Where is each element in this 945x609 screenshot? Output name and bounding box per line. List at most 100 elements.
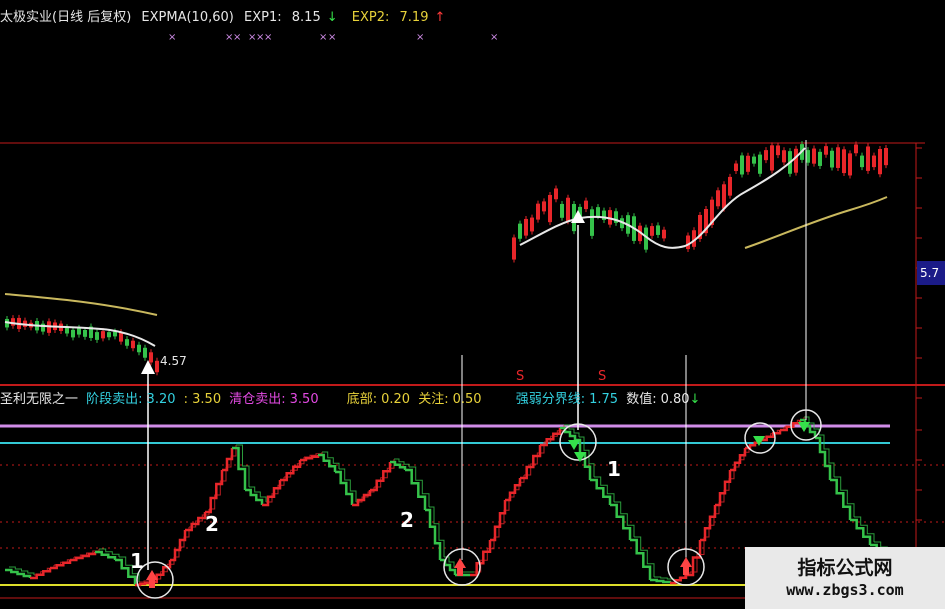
- indicator-header: 圣利无限之一 阶段卖出: 3.20 : 3.50 清仓卖出: 3.50 底部: 0.2…: [0, 388, 704, 408]
- candle-body: [854, 144, 858, 154]
- candle-body: [584, 200, 588, 210]
- candle-body: [542, 201, 546, 212]
- oscillator-step: [650, 578, 672, 584]
- focus-value: 0.50: [452, 392, 482, 407]
- down-arrow-icon: [568, 440, 580, 450]
- candle-body: [95, 332, 99, 340]
- sell-mark-s1: S: [516, 369, 524, 384]
- watermark: 指标公式网 www.zbgs3.com: [745, 547, 945, 609]
- signal-lines: [147, 140, 807, 570]
- exp1-label-text: EXP1:: [244, 10, 282, 25]
- oscillator-step: [170, 530, 187, 562]
- x-marker: ×: [490, 32, 498, 43]
- candle-body: [560, 203, 564, 218]
- mark-1-left: 1: [130, 549, 144, 573]
- bottom-value: 0.20: [381, 392, 411, 407]
- candle-body: [596, 207, 600, 217]
- candle-body: [686, 235, 690, 250]
- candle-body: [836, 147, 840, 168]
- candle-body: [806, 150, 810, 163]
- candle-body: [11, 318, 15, 326]
- price-axis-tag: 5.7: [917, 261, 945, 285]
- up-arrow-icon: [680, 557, 692, 567]
- candle-body: [590, 209, 594, 236]
- x-marker: ×: [264, 32, 272, 43]
- candle-body: [149, 352, 153, 363]
- mark-2-left: 2: [205, 512, 219, 536]
- candle-body: [752, 156, 756, 164]
- clear-sell-label: 清仓卖出:: [229, 392, 286, 407]
- candle-body: [530, 217, 534, 232]
- candle-body: [782, 150, 786, 163]
- candle-body: [65, 327, 69, 334]
- candlestick-series: [5, 141, 888, 376]
- candle-body: [662, 229, 666, 239]
- exp1-label: EXP1: 8.15: [244, 10, 327, 25]
- candle-body: [830, 150, 834, 168]
- x-marker: ×: [233, 32, 241, 43]
- candle-body: [824, 146, 828, 155]
- chart-canvas[interactable]: × × × × × × × × × × 1 2 2 1 S S 4.57: [0, 0, 945, 609]
- candle-body: [812, 148, 816, 164]
- exp1-value: 8.15: [291, 10, 321, 25]
- candle-body: [101, 331, 105, 339]
- sell-mark-s2: S: [598, 369, 606, 384]
- candle-body: [524, 218, 528, 236]
- indicator-name: EXPMA(10,60): [141, 10, 234, 25]
- strong-weak-label: 强弱分界线:: [515, 392, 586, 407]
- stock-title: 太极实业(日线 后复权): [0, 10, 132, 25]
- candle-body: [554, 188, 558, 200]
- watermark-title: 指标公式网: [797, 557, 893, 579]
- buy-arrows: [146, 557, 692, 588]
- value-value: 0.80: [660, 392, 690, 407]
- candle-body: [131, 340, 135, 349]
- x-marker: ×: [319, 32, 327, 43]
- stage-sell-value: 3.20: [146, 392, 176, 407]
- candle-body: [71, 329, 75, 338]
- candle-body: [818, 151, 822, 166]
- value-label: 数值:: [626, 392, 657, 407]
- candle-body: [866, 146, 870, 171]
- down-arrow-icon: ↓: [326, 10, 338, 25]
- candle-body: [650, 226, 654, 236]
- candle-body: [656, 225, 660, 235]
- oscillator-step: [815, 436, 832, 480]
- low-price-label: 4.57: [160, 354, 187, 368]
- oscillator-step: [715, 470, 732, 507]
- mark-2-middle: 2: [400, 508, 414, 532]
- candle-body: [536, 203, 540, 220]
- oscillator-step: [490, 500, 507, 542]
- right-axis-ticks: [916, 147, 922, 551]
- exp2-line-right: [744, 196, 888, 249]
- focus-label: 关注:: [418, 392, 449, 407]
- candle-body: [125, 339, 129, 346]
- stage-sell-label: 阶段卖出:: [86, 392, 143, 407]
- candle-body: [872, 155, 876, 168]
- candle-body: [143, 347, 147, 358]
- main-chart-header: 太极实业(日线 后复权) EXPMA(10,60) EXP1: 8.15 ↓ EX…: [0, 6, 451, 26]
- candle-body: [512, 237, 516, 260]
- candle-body: [722, 184, 726, 209]
- candle-body: [884, 148, 888, 166]
- candle-body: [83, 329, 87, 337]
- candle-body: [155, 360, 159, 373]
- candle-body: [548, 194, 552, 223]
- strong-weak-value: 1.75: [589, 392, 619, 407]
- candle-body: [119, 332, 123, 342]
- candle-body: [566, 197, 570, 222]
- clear-sell-value: 3.50: [289, 392, 319, 407]
- up-arrow-icon: ↑: [434, 10, 446, 25]
- candle-body: [848, 153, 852, 176]
- oscillator-step: [335, 470, 354, 505]
- candle-body: [716, 190, 720, 207]
- oscillator-step: [262, 480, 282, 507]
- candle-body: [746, 155, 750, 172]
- candle-body: [107, 332, 111, 338]
- bottom-label: 底部:: [346, 392, 378, 407]
- candle-body: [842, 149, 846, 174]
- candle-body: [518, 223, 522, 239]
- x-marker: ×: [416, 32, 424, 43]
- candle-body: [758, 154, 762, 174]
- chart-window[interactable]: × × × × × × × × × × 1 2 2 1 S S 4.57 太极实业(日线 后复权)…: [0, 0, 945, 609]
- oscillator-step: [232, 446, 247, 490]
